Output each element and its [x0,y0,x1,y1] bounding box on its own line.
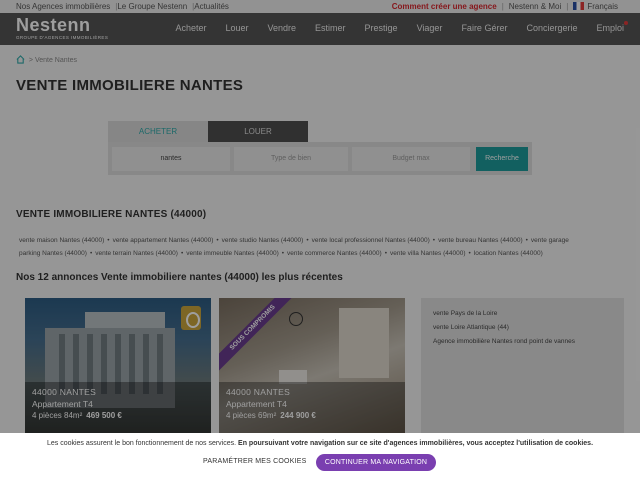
link-vente-bureau[interactable]: vente bureau Nantes (44000) [438,237,523,244]
listing-rooms: 4 pièces 84m² [32,411,83,420]
top-link-actualites[interactable]: Actualités [194,2,229,11]
link-vente-appartement[interactable]: vente appartement Nantes (44000) [113,237,214,244]
cookie-text-bold: En poursuivant votre navigation sur ce s… [238,440,594,447]
listings-title: Nos 12 annonces Vente immobiliere nantes… [16,272,343,283]
listing-price: 244 900 € [280,411,316,420]
logo-tagline: GROUPE D'AGENCES IMMOBILIÈRES [16,35,109,40]
city-input[interactable]: nantes [112,147,230,171]
side-link-pays-de-la-loire[interactable]: vente Pays de la Loire [433,310,497,317]
listing-city: 44000 NANTES [226,387,291,397]
logo[interactable]: Nestenn GROUPE D'AGENCES IMMOBILIÈRES [16,15,108,41]
listing-info: 44000 NANTES Appartement T4 4 pièces 69m… [219,382,405,438]
award-badge-icon [181,306,201,330]
bullet: • [432,237,436,244]
link-vente-local[interactable]: vente local professionnel Nantes (44000) [312,237,430,244]
breadcrumb: > Vente Nantes [16,55,77,64]
side-link-agence-nantes[interactable]: Agence immobilière Nantes rond point de … [433,338,575,345]
breadcrumb-separator: > [26,57,35,64]
link-vente-studio[interactable]: vente studio Nantes (44000) [222,237,304,244]
link-location[interactable]: location Nantes (44000) [474,250,543,257]
nav-menu: Acheter Louer Vendre Estimer Prestige Viager F… [156,23,624,33]
home-icon[interactable] [16,55,25,64]
bullet: • [306,237,309,244]
page-title: VENTE IMMOBILIERE NANTES [16,77,244,94]
listing-meta: 4 pièces 69m² 244 900 € [226,411,316,420]
separator: | [501,2,504,11]
bullet: • [89,250,93,257]
listing-type: Appartement T4 [32,399,93,409]
budget-input[interactable]: Budget max [352,147,470,171]
cookie-banner: Les cookies assurent le bon fonctionneme… [0,433,640,480]
bullet: • [384,250,387,257]
main-navbar: Nestenn GROUPE D'AGENCES IMMOBILIÈRES Ac… [0,13,640,45]
link-parking[interactable]: parking Nantes (44000) [19,250,87,257]
listing-type: Appartement T4 [226,399,287,409]
side-panel: vente Pays de la Loire vente Loire Atlan… [421,298,624,438]
listing-card[interactable]: SOUS COMPROMIS 44000 NANTES Appartement … [219,298,405,438]
bullet: • [281,250,285,257]
cookie-text-main: Les cookies assurent le bon fonctionneme… [46,440,237,447]
listing-card[interactable]: 44000 NANTES Appartement T4 4 pièces 84m… [25,298,211,438]
notification-dot [624,21,628,25]
logo-name: Nestenn [16,15,91,35]
language-selector[interactable]: Français [587,2,618,11]
nav-estimer[interactable]: Estimer [315,23,346,33]
nav-faire-gerer[interactable]: Faire Gérer [461,23,507,33]
search-box: ACHETER LOUER nantes Type de bien Budget… [108,121,532,179]
bullet: • [180,250,184,257]
property-type-select[interactable]: Type de bien [234,147,348,171]
breadcrumb-current: Vente Nantes [34,57,77,64]
bullet: • [525,237,528,244]
bullet: • [468,250,471,257]
listing-photo [289,312,303,326]
link-vente-commerce[interactable]: vente commerce Nantes (44000) [287,250,382,257]
top-bar: Nos Agences immobilières | Le Groupe Neste… [0,0,640,13]
link-vente-garage[interactable]: vente garage [531,237,569,244]
link-vente-immeuble[interactable]: vente immeuble Nantes (44000) [186,250,279,257]
top-link-agences[interactable]: Nos Agences immobilières [16,2,110,11]
french-flag-icon [573,2,585,10]
tab-acheter[interactable]: ACHETER [108,121,208,142]
listing-city: 44000 NANTES [32,387,97,397]
listing-photo [339,308,389,378]
listing-price: 469 500 € [86,411,122,420]
nav-conciergerie[interactable]: Conciergerie [526,23,577,33]
nav-acheter[interactable]: Acheter [175,23,206,33]
listing-meta: 4 pièces 84m² 469 500 € [32,411,122,420]
nav-vendre[interactable]: Vendre [268,23,297,33]
cookie-text: Les cookies assurent le bon fonctionneme… [0,440,640,447]
side-link-loire-atlantique[interactable]: vente Loire Atlantique (44) [433,324,509,331]
top-links: Nos Agences immobilières |Le Groupe Neste… [16,2,229,11]
nav-viager[interactable]: Viager [417,23,443,33]
search-panel: nantes Type de bien Budget max Recherche [108,142,532,175]
tab-louer[interactable]: LOUER [208,121,308,142]
bullet: • [107,237,110,244]
related-links: vente maison Nantes (44000) • vente appart… [19,234,625,260]
nav-louer[interactable]: Louer [225,23,248,33]
link-vente-terrain[interactable]: vente terrain Nantes (44000) [95,250,178,257]
cookie-accept-button[interactable]: CONTINUER MA NAVIGATION [316,454,436,471]
nav-emploi[interactable]: Emploi [596,23,624,33]
section-title: VENTE IMMOBILIERE NANTES (44000) [16,209,207,220]
bullet: • [216,237,219,244]
link-vente-villa[interactable]: vente villa Nantes (44000) [390,250,466,257]
link-vente-maison[interactable]: vente maison Nantes (44000) [19,237,104,244]
top-right-links: Comment créer une agence | Nestenn & Moi | F… [392,2,618,11]
listing-info: 44000 NANTES Appartement T4 4 pièces 84m… [25,382,211,438]
status-ribbon: SOUS COMPROMIS [219,298,300,375]
separator: | [566,2,569,11]
cookie-settings-button[interactable]: PARAMÉTRER MES COOKIES [203,458,306,465]
create-agency-link[interactable]: Comment créer une agence [392,2,497,11]
nav-prestige[interactable]: Prestige [365,23,398,33]
listing-rooms: 4 pièces 69m² [226,411,277,420]
search-button[interactable]: Recherche [476,147,528,171]
top-link-groupe[interactable]: Le Groupe Nestenn [117,2,187,11]
nestenn-me-link[interactable]: Nestenn & Moi [509,2,561,11]
